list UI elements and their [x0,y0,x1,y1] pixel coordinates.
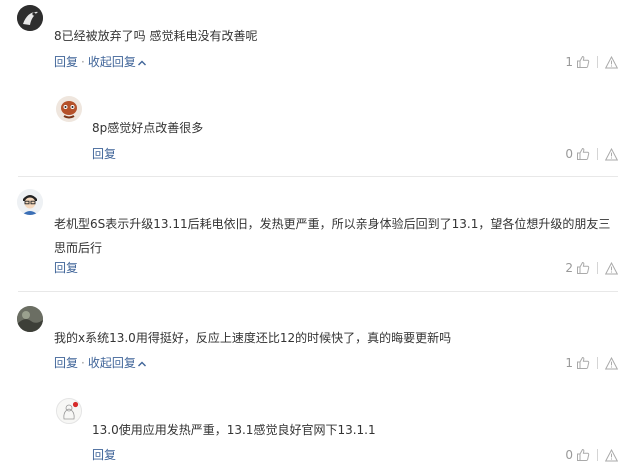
separator: · [81,356,85,370]
divider [597,56,598,68]
comment-text: 8已经被放弃了吗 感觉耗电没有改善呢 [54,29,258,43]
like-count: 0 [565,448,573,462]
collapse-label: 收起回复 [87,55,136,69]
comment-actions: 回复 [54,259,78,277]
like-count: 2 [565,261,573,275]
warning-icon[interactable] [605,356,618,370]
reply-button[interactable]: 回复 [54,261,78,275]
divider [597,148,598,160]
reply-button[interactable]: 回复 [92,448,116,462]
reply-actions: 回复 [92,446,116,464]
warning-icon[interactable] [605,448,618,462]
thumbs-up-icon[interactable] [576,147,590,161]
reply-actions: 回复 [92,145,116,163]
comment-meta: 2 [565,259,618,277]
comment-meta: 1 [565,53,618,71]
comment-text: 老机型6S表示升级13.11后耗电依旧，发热更严重，所以亲身体验后回到了13.1… [54,217,611,255]
comment-actions: 回复 · 收起回复 [54,354,147,372]
reply-meta: 0 [565,446,618,464]
thumbs-up-icon[interactable] [576,356,590,370]
reply-meta: 0 [565,145,618,163]
separator: · [81,55,85,69]
comment-actions: 回复 · 收起回复 [54,53,147,71]
like-count: 0 [565,147,573,161]
collapse-replies-button[interactable]: 收起回复 [88,356,147,370]
thumbs-up-icon[interactable] [576,261,590,275]
collapse-replies-button[interactable]: 收起回复 [88,55,147,69]
thumbs-up-icon[interactable] [576,448,590,462]
comment-1: 8已经被放弃了吗 感觉耗电没有改善呢 回复 · 收起回复 1 8p感觉好点改善很多 … [0,0,640,176]
comment-2: 老机型6S表示升级13.11后耗电依旧，发热更严重，所以亲身体验后回到了13.1… [0,177,640,291]
reply-button[interactable]: 回复 [92,147,116,161]
reply-avatar[interactable] [56,398,82,424]
avatar[interactable] [17,306,43,332]
avatar[interactable] [17,5,43,31]
reply-text: 8p感觉好点改善很多 [92,121,204,135]
chevron-up-icon [137,60,146,65]
like-count: 1 [565,55,573,69]
warning-icon[interactable] [605,55,618,69]
comment-3: 我的x系统13.0用得挺好，反应上速度还比12的时候快了，真的晦要更新吗 回复 ·… [0,292,640,468]
warning-icon[interactable] [605,147,618,161]
divider [597,262,598,274]
reply-button[interactable]: 回复 [54,356,78,370]
reply-button[interactable]: 回复 [54,55,78,69]
chevron-up-icon [137,361,146,366]
reply-text: 13.0使用应用发热严重，13.1感觉良好官网下13.1.1 [92,423,376,437]
avatar[interactable] [17,189,43,215]
like-count: 1 [565,356,573,370]
comment-text: 我的x系统13.0用得挺好，反应上速度还比12的时候快了，真的晦要更新吗 [54,331,452,345]
divider [597,449,598,461]
comment-meta: 1 [565,354,618,372]
warning-icon[interactable] [605,261,618,275]
thumbs-up-icon[interactable] [576,55,590,69]
collapse-label: 收起回复 [87,356,136,370]
reply-avatar[interactable] [56,96,82,122]
divider [597,357,598,369]
